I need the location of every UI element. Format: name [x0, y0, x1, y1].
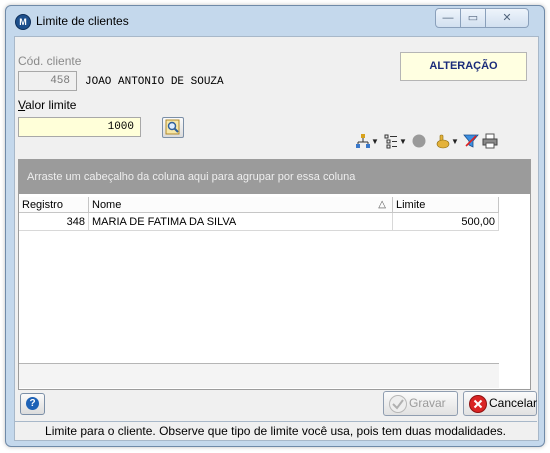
- cell-registro: 348: [19, 213, 89, 231]
- help-icon: ?: [26, 397, 39, 410]
- minimize-button[interactable]: —: [435, 8, 461, 28]
- hierarchy-icon[interactable]: [355, 133, 371, 149]
- cancel-icon: [469, 395, 487, 413]
- record-circle-icon[interactable]: [411, 133, 427, 149]
- cell-nome: MARIA DE FATIMA DA SILVA: [89, 213, 393, 231]
- valor-limite-field[interactable]: 1000: [18, 117, 141, 137]
- list-tree-dropdown-icon[interactable]: ▼: [399, 137, 407, 146]
- hand-dropdown-icon[interactable]: ▼: [451, 137, 459, 146]
- cancel-button-label: Cancelar: [489, 396, 538, 410]
- mode-badge: ALTERAÇÃO: [400, 52, 527, 81]
- status-bar: Limite para o cliente. Observe que tipo …: [14, 421, 537, 441]
- data-grid: Arraste um cabeçalho da coluna aqui para…: [18, 159, 531, 390]
- title-bar[interactable]: M Limite de clientes — ▭ ✕: [6, 6, 544, 36]
- cod-cliente-label: Cód. cliente: [18, 54, 82, 68]
- magnifier-icon: [165, 119, 180, 135]
- search-button[interactable]: [162, 117, 184, 138]
- window-title: Limite de clientes: [36, 14, 129, 28]
- print-icon[interactable]: [482, 133, 498, 149]
- column-header-nome-label: Nome: [92, 199, 122, 211]
- save-button[interactable]: Gravar: [383, 391, 458, 416]
- hierarchy-dropdown-icon[interactable]: ▼: [371, 137, 379, 146]
- cod-cliente-field[interactable]: 458: [18, 71, 77, 91]
- window: M Limite de clientes — ▭ ✕ Cód. cliente …: [5, 5, 545, 447]
- help-button[interactable]: ?: [20, 393, 45, 415]
- hand-icon[interactable]: [435, 133, 451, 149]
- maximize-button[interactable]: ▭: [461, 8, 486, 28]
- grid-footer: [19, 363, 499, 388]
- valor-limite-label-rest: alor limite: [25, 98, 77, 112]
- form-body: Cód. cliente 458 JOAO ANTONIO DE SOUZA A…: [14, 36, 539, 441]
- column-header-limite[interactable]: Limite: [393, 197, 499, 213]
- valor-limite-label: Valor limite: [18, 98, 77, 112]
- client-name: JOAO ANTONIO DE SOUZA: [85, 76, 224, 88]
- checkmark-icon: [389, 395, 407, 413]
- grid-toolbar: ▼ ▼ ▼: [355, 133, 498, 149]
- group-by-panel[interactable]: Arraste um cabeçalho da coluna aqui para…: [19, 160, 530, 194]
- filter-icon[interactable]: [463, 133, 479, 149]
- cell-limite: 500,00: [393, 213, 499, 231]
- caption-buttons: — ▭ ✕: [435, 8, 529, 28]
- save-button-label: Gravar: [409, 396, 446, 410]
- app-icon: M: [15, 14, 31, 30]
- list-tree-icon[interactable]: [383, 133, 399, 149]
- cancel-button[interactable]: Cancelar: [463, 391, 537, 416]
- close-button[interactable]: ✕: [486, 8, 529, 28]
- column-header-nome[interactable]: Nome △: [89, 197, 393, 213]
- sort-ascending-icon: △: [378, 199, 386, 210]
- column-header-registro[interactable]: Registro: [19, 197, 89, 213]
